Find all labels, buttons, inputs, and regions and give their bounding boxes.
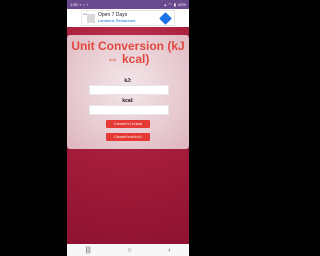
ad-subtitle: Lambertz Restaurant — [98, 17, 136, 23]
kcal-input[interactable] — [89, 105, 169, 115]
system-nav-bar: ||| ○ ‹ — [67, 244, 189, 256]
status-left: 1:50 ▪ • ! — [70, 2, 88, 7]
battery-level: 42% — [177, 2, 186, 7]
status-right: ▴ ◠ ▮ 42% — [164, 2, 186, 7]
directions-icon[interactable] — [159, 12, 172, 25]
back-button[interactable]: ‹ — [168, 247, 170, 254]
converter-card: Unit Conversion (kJ ⇔ kcal) kJ: kcal: Co… — [67, 35, 189, 149]
page-title: Unit Conversion (kJ ⇔ kcal) — [71, 39, 185, 66]
app-background: Unit Conversion (kJ ⇔ kcal) kJ: kcal: Co… — [67, 27, 189, 256]
battery-icon: ▮ — [173, 1, 176, 7]
ad-text: Open 7 Days Lambertz Restaurant — [98, 13, 136, 23]
alert-icon: ! — [86, 1, 88, 7]
signal-icon: ▴ — [164, 1, 167, 7]
recent-apps-button[interactable]: ||| — [85, 247, 90, 254]
status-bar: 1:50 ▪ • ! ▴ ◠ ▮ 42% — [67, 0, 189, 9]
convert-kj-to-kcal-button[interactable]: Convert kJ to kcal — [106, 120, 150, 128]
status-time: 1:50 — [70, 2, 78, 7]
home-button[interactable]: ○ — [127, 247, 131, 254]
ad-badge: Ad — [83, 12, 87, 16]
phone-screen: 1:50 ▪ • ! ▴ ◠ ▮ 42% Ad Open 7 Days Lamb… — [67, 0, 189, 256]
kj-label: kJ: — [124, 78, 132, 84]
kcal-label: kcal: — [122, 98, 134, 104]
ad-banner[interactable]: Ad Open 7 Days Lambertz Restaurant — [81, 10, 175, 26]
ad-image — [87, 13, 95, 23]
notification-icon: • — [83, 1, 85, 7]
wifi-icon: ◠ — [168, 1, 172, 7]
sim-icon: ▪ — [79, 1, 82, 7]
convert-kcal-to-kj-button[interactable]: Convert kcal to kJ — [106, 133, 150, 141]
kj-input[interactable] — [89, 85, 169, 95]
